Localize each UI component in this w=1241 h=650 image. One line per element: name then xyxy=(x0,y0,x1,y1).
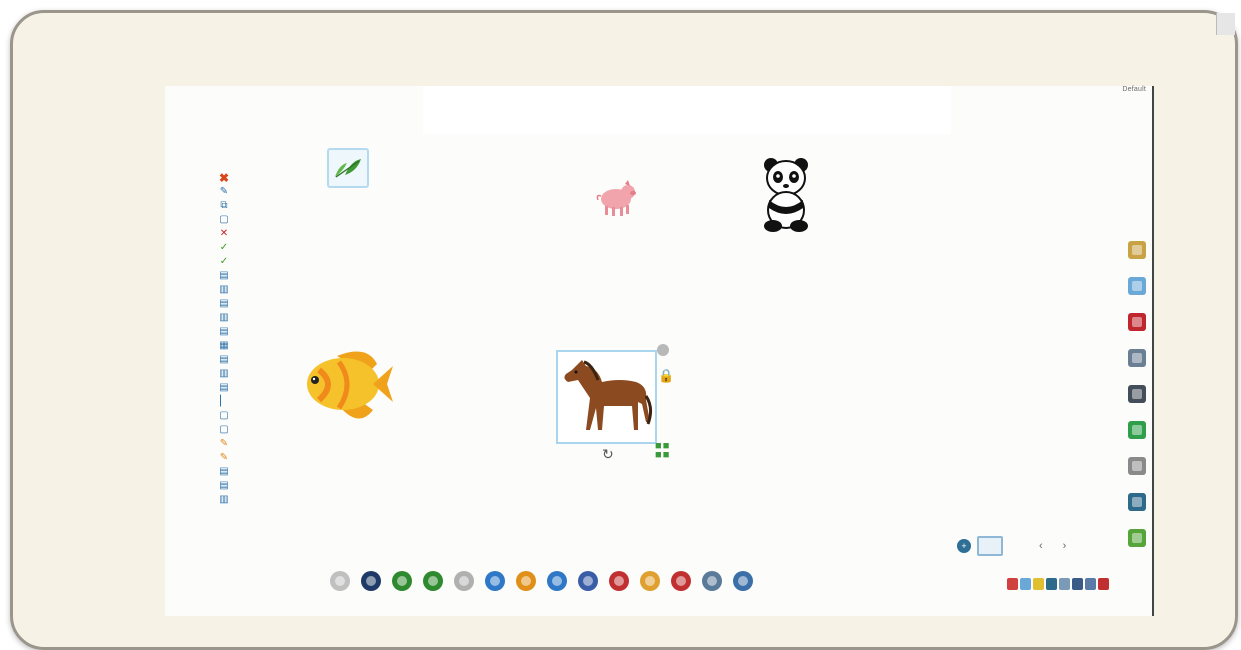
marker-icon[interactable] xyxy=(667,567,695,595)
undo-icon[interactable] xyxy=(388,567,416,595)
left-tool-icon[interactable]: ▏ xyxy=(220,396,228,408)
audio-icon[interactable] xyxy=(1125,344,1149,371)
resize-icon[interactable]: ■ ■ ■ ■ xyxy=(655,441,675,461)
new-page-icon[interactable] xyxy=(512,567,540,595)
panda-icon xyxy=(764,158,808,232)
mini-tool-icon[interactable] xyxy=(1033,578,1044,590)
monitor-icon[interactable] xyxy=(977,536,1003,556)
add-page-icon[interactable]: + xyxy=(957,539,971,553)
mini-tool-icon[interactable] xyxy=(1020,578,1031,590)
horse-icon xyxy=(564,360,653,430)
left-tool-icon[interactable]: ▤ xyxy=(219,382,228,394)
highlighter-icon[interactable] xyxy=(636,567,664,595)
left-tool-icon[interactable]: ▤ xyxy=(219,270,228,282)
trash-icon[interactable] xyxy=(1125,524,1149,551)
next-page-button[interactable]: › xyxy=(1063,540,1067,552)
panda-sticker[interactable] xyxy=(761,156,811,239)
select-icon[interactable] xyxy=(729,567,757,595)
mini-tool-icon[interactable] xyxy=(1046,578,1057,590)
left-toolbar: ✖ ✎ ⧉ ▢ ✕ ✓ ✓ ▤ ▥ ▤ ▥ ▤ ▦ ▤ ▥ ▤ ▏ ▢ ▢ ✎ ✎ ▤ ▤ ▥ xyxy=(217,172,231,506)
left-tool-icon[interactable]: ▤ xyxy=(219,480,228,492)
left-tool-icon[interactable]: ▢ xyxy=(219,410,228,422)
clear-icon[interactable] xyxy=(450,567,478,595)
left-tool-icon[interactable]: ▢ xyxy=(219,214,228,226)
prev-page-button[interactable]: ‹ xyxy=(1039,540,1043,552)
title-strip xyxy=(423,86,951,134)
left-tool-icon[interactable]: ▤ xyxy=(219,326,228,338)
left-tool-icon[interactable]: ✓ xyxy=(220,242,228,254)
left-tool-icon[interactable]: ✎ xyxy=(220,186,228,198)
tools-icon[interactable] xyxy=(1125,488,1149,515)
mini-toolbar xyxy=(1007,578,1109,590)
globe-icon[interactable] xyxy=(1125,416,1149,443)
eraser-icon[interactable] xyxy=(605,567,633,595)
page-navigation: + ‹ › xyxy=(957,536,1066,556)
left-tool-icon[interactable]: ▥ xyxy=(219,284,228,296)
delete-handle[interactable] xyxy=(657,344,669,356)
left-tool-icon[interactable]: ⧉ xyxy=(220,200,227,212)
leaf-sticker[interactable] xyxy=(327,148,369,188)
corner-label: Default xyxy=(1122,86,1146,93)
document-icon[interactable] xyxy=(1125,272,1149,299)
left-tool-icon[interactable]: ▥ xyxy=(219,494,228,506)
fish-sticker[interactable] xyxy=(297,344,393,435)
screen-shade-icon[interactable] xyxy=(357,567,385,595)
mini-tool-icon[interactable] xyxy=(1007,578,1018,590)
left-tool-icon[interactable]: ▦ xyxy=(219,340,228,352)
pig-icon xyxy=(596,180,636,216)
pig-sticker[interactable] xyxy=(593,178,639,223)
left-tool-icon[interactable]: ✕ xyxy=(220,228,228,240)
mini-tool-icon[interactable] xyxy=(1085,578,1096,590)
right-toolbar xyxy=(1125,236,1151,551)
previous-page-icon[interactable] xyxy=(481,567,509,595)
bottom-toolbar xyxy=(326,567,757,595)
gallery-icon[interactable] xyxy=(1125,236,1149,263)
left-tool-icon[interactable]: ▥ xyxy=(219,368,228,380)
page-curl-corner xyxy=(1216,13,1235,35)
next-page-icon[interactable] xyxy=(543,567,571,595)
whiteboard-canvas[interactable]: Default ✖ ✎ ⧉ ▢ ✕ ✓ ✓ ▤ ▥ ▤ ▥ ▤ ▦ ▤ ▥ ▤ ▏ ▢ ▢ ✎ ✎ ▤ ▤ ▥ xyxy=(165,86,1154,616)
mini-tool-icon[interactable] xyxy=(1072,578,1083,590)
left-tool-icon[interactable]: ▥ xyxy=(219,312,228,324)
left-tool-icon[interactable]: ▤ xyxy=(219,466,228,478)
pen-icon[interactable] xyxy=(698,567,726,595)
capture-icon[interactable] xyxy=(574,567,602,595)
spotlight-icon[interactable] xyxy=(326,567,354,595)
redo-icon[interactable] xyxy=(419,567,447,595)
rotate-icon[interactable]: ↻ xyxy=(602,446,614,463)
left-tool-icon[interactable]: ✓ xyxy=(220,256,228,268)
fish-icon xyxy=(307,351,393,419)
left-tool-icon[interactable]: ✎ xyxy=(220,438,228,450)
video-icon[interactable] xyxy=(1125,380,1149,407)
webcam-icon[interactable] xyxy=(1125,452,1149,479)
mini-tool-icon[interactable] xyxy=(1059,578,1070,590)
leaf-icon xyxy=(335,159,361,178)
flash-icon[interactable] xyxy=(1125,308,1149,335)
lock-icon[interactable]: 🔒 xyxy=(658,368,674,384)
left-tool-icon[interactable]: ✎ xyxy=(220,452,228,464)
mini-tool-icon[interactable] xyxy=(1098,578,1109,590)
close-icon[interactable]: ✖ xyxy=(219,172,229,184)
left-tool-icon[interactable]: ▤ xyxy=(219,298,228,310)
left-tool-icon[interactable]: ▤ xyxy=(219,354,228,366)
horse-sticker-selection[interactable] xyxy=(556,350,657,444)
left-tool-icon[interactable]: ▢ xyxy=(219,424,228,436)
